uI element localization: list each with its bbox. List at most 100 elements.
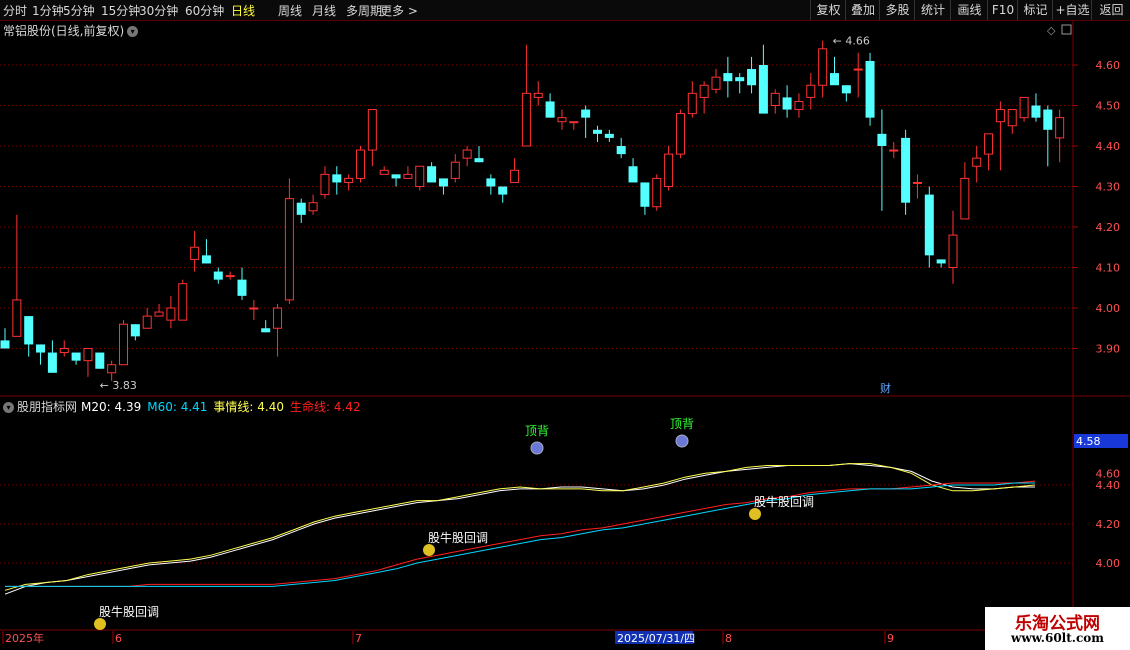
candle-body — [1007, 109, 1017, 127]
candle-body — [320, 173, 330, 196]
indicator-tick-label: 4.20 — [1096, 518, 1121, 531]
candle-body — [794, 100, 804, 111]
date-label: 8 — [725, 632, 732, 645]
date-label: 6 — [115, 632, 122, 645]
candle-body — [498, 186, 508, 195]
candle-body — [960, 177, 970, 220]
candle-body — [142, 315, 152, 329]
candle-body — [675, 113, 685, 155]
candle-body — [201, 255, 211, 264]
candle-body — [521, 92, 531, 147]
candle-body — [284, 198, 294, 301]
candle-body — [723, 73, 733, 82]
smile-face-icon — [423, 544, 435, 556]
candle-body — [225, 275, 235, 278]
candle-body — [652, 177, 662, 208]
current-value-label: 4.58 — [1076, 435, 1101, 448]
smile-face-icon — [94, 618, 106, 630]
candle-body — [806, 84, 816, 98]
candle-body — [474, 158, 484, 163]
candle-body — [758, 65, 768, 114]
candle-body — [830, 73, 839, 86]
candle-body — [593, 129, 602, 134]
window-toggle-icon — [1061, 24, 1072, 35]
watermark: 乐淘公式网 www.60lt.com — [985, 607, 1130, 650]
sad-face-icon — [530, 441, 544, 455]
candle-body — [462, 149, 472, 159]
candle-body — [261, 328, 271, 333]
candle-body — [995, 109, 1005, 123]
indicator-tick-label: 4.40 — [1096, 479, 1121, 492]
pullback-label: 股牛股回调 — [754, 494, 814, 509]
diamond-icon: ◇ — [1047, 24, 1056, 37]
price-tick-label: 4.10 — [1096, 262, 1121, 275]
kline-chart[interactable]: 4.60 4.50 4.40 4.30 4.20 4.10 4.00 3.90 ← 4.66 ← … — [0, 0, 1130, 650]
candle-body — [616, 146, 626, 155]
candle-body — [166, 307, 176, 321]
low-price-label: ← 3.83 — [100, 379, 137, 392]
date-cursor-label: 2025/07/31/四 — [617, 632, 695, 645]
price-tick-label: 4.60 — [1096, 59, 1121, 72]
candle-body — [1031, 105, 1041, 118]
candle-body — [213, 271, 223, 280]
candle-body — [237, 279, 247, 296]
candle-body — [747, 69, 757, 86]
indicator-line-生命线 — [5, 480, 1036, 587]
candle-body — [107, 364, 117, 374]
candle-body — [1019, 96, 1029, 119]
indicator-line-M20 — [4, 463, 1035, 595]
price-tick-label: 3.90 — [1096, 343, 1121, 356]
candle-body — [308, 202, 318, 212]
candle-body — [735, 77, 745, 82]
candle-body — [36, 344, 46, 353]
candle-body — [581, 109, 591, 118]
candle-body — [154, 311, 164, 317]
price-tick-label: 4.40 — [1096, 140, 1121, 153]
date-label: 7 — [355, 632, 362, 645]
candle-body — [889, 149, 899, 152]
candle-body — [936, 259, 946, 264]
candle-body — [83, 348, 93, 362]
candle-body — [47, 352, 57, 373]
candle-body — [699, 84, 709, 98]
candle-body — [912, 181, 922, 184]
candle-body — [332, 174, 342, 183]
candle-body — [604, 133, 614, 138]
candle-body — [0, 340, 10, 349]
indicator-line-事情线 — [4, 463, 1036, 591]
candle-body — [664, 153, 674, 188]
candle-body — [569, 121, 579, 124]
candle-body — [853, 68, 863, 71]
candle-body — [273, 307, 283, 329]
candle-body — [924, 194, 934, 256]
candle-body — [1055, 117, 1065, 139]
candle-body — [119, 323, 128, 366]
candle-body — [770, 92, 780, 106]
watermark-url: www.60lt.com — [1011, 631, 1104, 645]
candle-body — [984, 133, 994, 155]
candle-body — [818, 48, 828, 86]
candle-body — [12, 299, 22, 337]
date-label: 2025年 — [5, 631, 44, 645]
candle-body — [296, 202, 306, 215]
candle-body — [510, 169, 520, 183]
candle-body — [71, 352, 81, 361]
sad-face-icon — [675, 434, 689, 448]
candle-body — [687, 92, 697, 115]
smile-face-icon — [749, 508, 761, 520]
candle-body — [415, 165, 425, 187]
indicator-line-M60 — [5, 482, 1035, 587]
date-label: 9 — [887, 632, 894, 645]
candle-body — [486, 178, 496, 187]
candle-body — [972, 157, 982, 167]
top-divergence-label: 顶背 — [525, 424, 549, 438]
candle-body — [877, 133, 887, 146]
candle-body — [95, 352, 105, 369]
candle-body — [1043, 109, 1053, 130]
candle-body — [367, 109, 377, 151]
candle-body — [545, 101, 555, 118]
candle-body — [379, 169, 389, 175]
candle-body — [178, 283, 188, 321]
candle-body — [557, 117, 567, 123]
price-tick-label: 4.50 — [1096, 100, 1121, 113]
